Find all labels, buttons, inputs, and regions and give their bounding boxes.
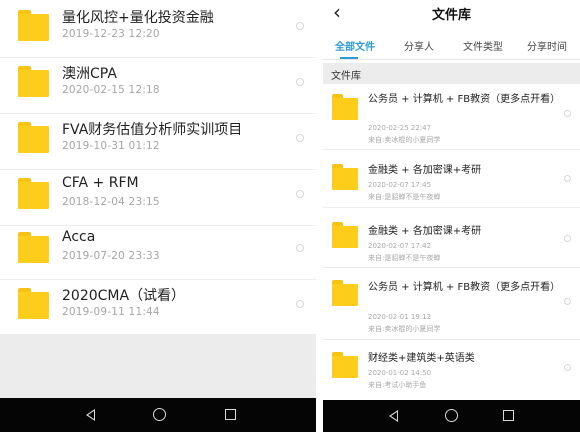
file-date: 2019-12-23 12:20 — [62, 28, 160, 40]
file-date: 2020-02-01 19:12 — [368, 313, 432, 321]
file-row[interactable]: 量化风控+量化投资金融 2019-12-23 12:20 — [0, 0, 316, 58]
radio-circle-icon[interactable] — [296, 78, 304, 86]
folder-icon — [332, 222, 358, 248]
file-source: 来自:卖冰棍的小夏同学 — [368, 136, 441, 144]
file-name: 金融类 + 各加密课+考研 — [368, 165, 482, 176]
right-phone-screen: ‹ 文件库 全部文件 分享人 文件类型 分享时间 文件库 公务员 + 计算机 +… — [323, 0, 580, 432]
file-name: Acca — [62, 229, 96, 245]
radio-circle-icon[interactable] — [564, 175, 571, 182]
file-name: 量化风控+量化投资金融 — [62, 10, 214, 26]
file-row[interactable]: 金融类 + 各加密课+考研 2020-02-07 17:42 来自:是貂蝉不是午… — [323, 208, 580, 268]
radio-circle-icon[interactable] — [296, 190, 304, 198]
radio-circle-icon[interactable] — [296, 22, 304, 30]
folder-icon — [18, 178, 49, 209]
folder-icon — [18, 232, 49, 263]
file-name: 2020CMA（试看） — [62, 288, 186, 304]
triangle-back-icon[interactable] — [389, 410, 398, 422]
empty-list-area — [0, 334, 316, 398]
file-source: 来自:考试小助手鱼 — [368, 381, 427, 389]
file-date: 2019-07-20 23:33 — [62, 250, 160, 262]
section-header: 文件库 — [323, 63, 580, 84]
square-recent-icon[interactable] — [503, 410, 514, 421]
file-row[interactable]: 公务员 + 计算机 + FB教资（更多点开看） 2020-02-25 22:47… — [323, 84, 580, 150]
file-row[interactable]: 财经类+建筑类+英语类 2020-01-02 14:50 来自:考试小助手鱼 — [323, 340, 580, 400]
file-date: 2020-02-07 17:42 — [368, 242, 432, 250]
file-date: 2018-12-04 23:15 — [62, 196, 160, 208]
page-title: 文件库 — [431, 8, 471, 23]
folder-icon — [18, 10, 49, 41]
system-nav-bar — [0, 398, 316, 432]
file-date: 2020-02-25 22:47 — [368, 124, 432, 132]
tab-all-files[interactable]: 全部文件 — [335, 38, 375, 53]
file-name: 公务员 + 计算机 + FB教资（更多点开看） — [368, 282, 561, 293]
radio-circle-icon[interactable] — [564, 235, 571, 242]
tab-sharer[interactable]: 分享人 — [404, 38, 434, 53]
folder-icon — [332, 352, 358, 378]
tab-file-type[interactable]: 文件类型 — [463, 38, 503, 53]
folder-icon — [18, 122, 49, 153]
circle-home-icon[interactable] — [153, 408, 166, 421]
section-label: 文件库 — [331, 71, 361, 82]
file-row[interactable]: CFA + RFM 2018-12-04 23:15 — [0, 168, 316, 226]
file-row[interactable]: 金融类 + 各加密课+考研 2020-02-07 17:45 来自:是貂蝉不是午… — [323, 150, 580, 208]
folder-icon — [332, 280, 358, 306]
left-phone-screen: 量化风控+量化投资金融 2019-12-23 12:20 澳洲CPA 2020-… — [0, 0, 316, 432]
file-name: 公务员 + 计算机 + FB教资（更多点开看） — [368, 94, 561, 105]
active-tab-indicator — [340, 57, 358, 59]
file-date: 2019-10-31 01:12 — [62, 140, 160, 152]
file-source: 来自:卖冰棍的小夏同学 — [368, 325, 441, 333]
file-row[interactable]: 2020CMA（试看） 2019-09-11 11:44 — [0, 278, 316, 336]
file-row[interactable]: FVA财务估值分析师实训项目 2019-10-31 01:12 — [0, 112, 316, 170]
screen-divider — [316, 0, 323, 432]
file-row[interactable]: Acca 2019-07-20 23:33 — [0, 222, 316, 280]
file-name: 金融类 + 各加密课+考研 — [368, 226, 482, 237]
folder-icon — [18, 66, 49, 97]
folder-icon — [18, 288, 49, 319]
triangle-back-icon[interactable] — [86, 409, 95, 421]
radio-circle-icon[interactable] — [296, 134, 304, 142]
file-date: 2020-02-07 17:45 — [368, 181, 432, 189]
file-source: 来自:是貂蝉不是午夜蝉 — [368, 193, 441, 201]
folder-icon — [332, 164, 358, 190]
radio-circle-icon[interactable] — [296, 244, 304, 252]
file-name: 澳洲CPA — [62, 66, 117, 82]
file-source: 来自:是貂蝉不是午夜蝉 — [368, 254, 441, 262]
file-name: CFA + RFM — [62, 175, 139, 191]
radio-circle-icon[interactable] — [296, 300, 304, 308]
file-date: 2020-02-15 12:18 — [62, 84, 160, 96]
file-name: FVA财务估值分析师实训项目 — [62, 122, 243, 138]
tab-share-time[interactable]: 分享时间 — [527, 38, 567, 53]
radio-circle-icon[interactable] — [564, 110, 571, 117]
radio-circle-icon[interactable] — [564, 364, 571, 371]
top-bar: ‹ 文件库 — [323, 0, 580, 26]
folder-icon — [332, 94, 358, 120]
system-nav-bar — [323, 400, 580, 432]
file-date: 2020-01-02 14:50 — [368, 369, 432, 377]
file-row[interactable]: 公务员 + 计算机 + FB教资（更多点开看） 2020-02-01 19:12… — [323, 268, 580, 340]
filter-tabs: 全部文件 分享人 文件类型 分享时间 — [323, 30, 580, 60]
file-date: 2019-09-11 11:44 — [62, 306, 160, 318]
file-row[interactable]: 澳洲CPA 2020-02-15 12:18 — [0, 56, 316, 114]
file-name: 财经类+建筑类+英语类 — [368, 353, 475, 364]
square-recent-icon[interactable] — [225, 409, 236, 420]
circle-home-icon[interactable] — [445, 409, 458, 422]
radio-circle-icon[interactable] — [564, 298, 571, 305]
